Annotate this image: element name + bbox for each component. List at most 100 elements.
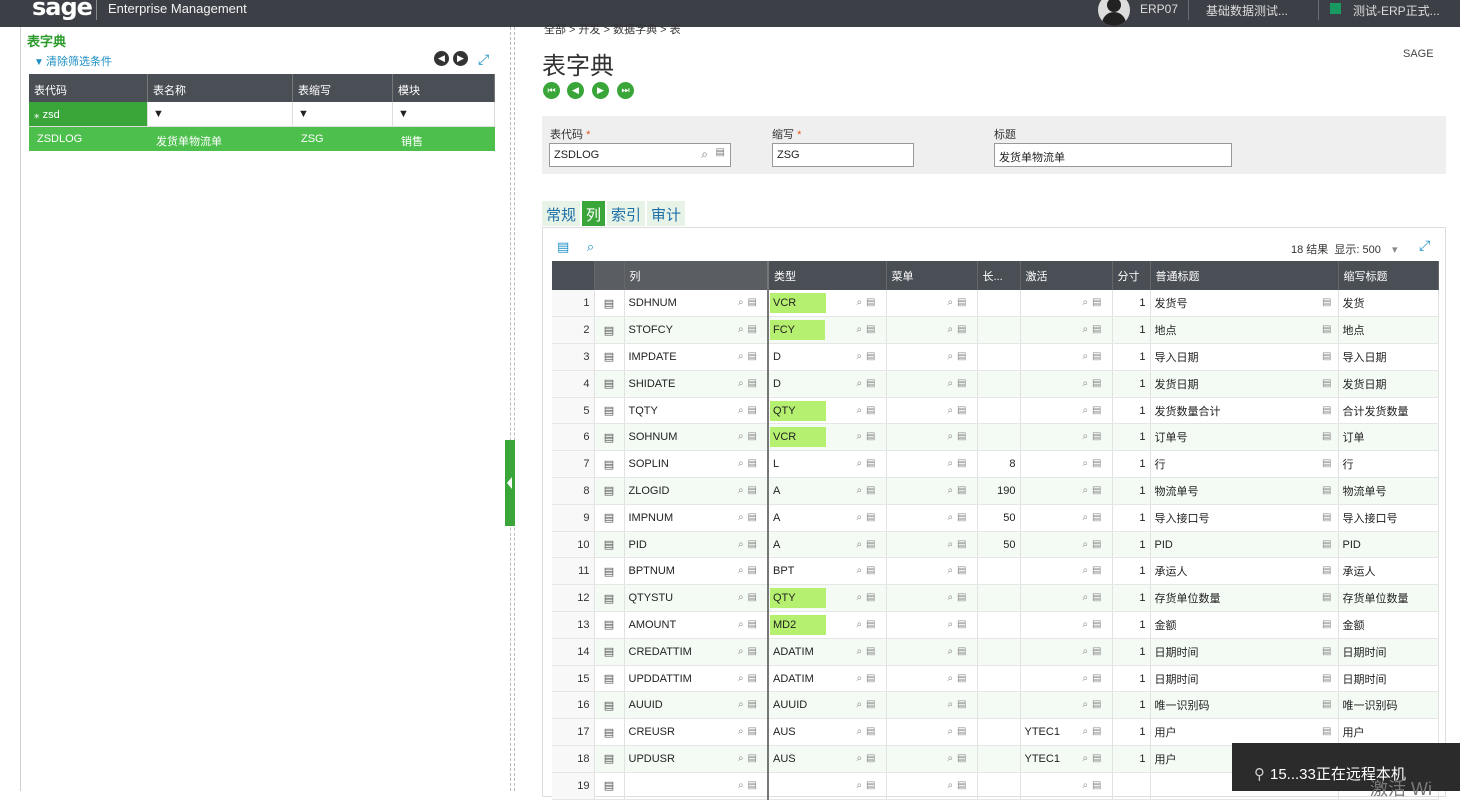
lookup-icons[interactable]: ⌕▤ — [1082, 726, 1105, 737]
detail-icon[interactable]: ▤ — [1322, 512, 1331, 523]
lookup-icons[interactable]: ⌕▤ — [947, 565, 970, 576]
cell-active[interactable]: ⌕▤ — [1020, 772, 1113, 800]
lookup-icons[interactable]: ⌕▤ — [947, 458, 970, 469]
cell-short-title[interactable]: 日期时间 — [1338, 665, 1439, 693]
cell-menu[interactable]: ⌕▤ — [886, 665, 978, 693]
cell-menu[interactable]: ⌕▤ — [886, 745, 978, 773]
cell-active[interactable]: ⌕▤ — [1020, 584, 1113, 613]
cell-dim[interactable]: 1 — [1112, 557, 1151, 586]
user-name[interactable]: ERP07 — [1140, 2, 1178, 16]
cell-dim[interactable]: 1 — [1112, 477, 1151, 505]
lookup-icons[interactable]: ⌕▤ — [738, 619, 761, 630]
cell-dim[interactable]: 1 — [1112, 290, 1151, 318]
lookup-icons[interactable]: ⌕▤ — [947, 405, 970, 416]
cell-menu[interactable]: ⌕▤ — [886, 316, 978, 345]
cell-type[interactable]: AUS ⌕▤ — [767, 745, 887, 773]
cell-type[interactable]: QTY ⌕▤ — [767, 397, 887, 425]
next-record-icon[interactable]: ▶ — [592, 82, 609, 99]
lookup-icons[interactable]: ⌕▤ — [1082, 619, 1105, 630]
row-detail-icon[interactable]: ▤ — [594, 423, 625, 452]
lookup-icons[interactable]: ⌕▤ — [738, 753, 761, 764]
cell-column[interactable]: CREUSR ⌕▤ — [624, 718, 769, 747]
cell-length[interactable] — [977, 397, 1021, 425]
cell-title[interactable]: 物流单号 ▤ — [1150, 477, 1339, 505]
lookup-icons[interactable]: ⌕▤ — [947, 646, 970, 657]
cell-column[interactable]: IMPNUM ⌕▤ — [624, 504, 769, 532]
cell-dim[interactable]: 1 — [1112, 370, 1151, 398]
cell-column[interactable]: IMPDATE ⌕▤ — [624, 343, 769, 371]
cell-dim[interactable]: 1 — [1112, 423, 1151, 452]
row-detail-icon[interactable]: ▤ — [594, 691, 625, 720]
detail-icon[interactable]: ▤ — [1322, 592, 1331, 603]
lookup-icons[interactable]: ⌕▤ — [1082, 699, 1105, 710]
lookup-icons[interactable]: ⌕▤ — [738, 646, 761, 657]
row-detail-icon[interactable]: ▤ — [594, 557, 625, 586]
cell-type[interactable]: D ⌕▤ — [767, 370, 887, 398]
cell-column[interactable]: ZLOGID ⌕▤ — [624, 477, 769, 505]
cell-type[interactable]: AUS ⌕▤ — [767, 718, 887, 747]
cell-title[interactable]: 存货单位数量 ▤ — [1150, 584, 1339, 613]
cell-active[interactable]: YTEC1 ⌕▤ — [1020, 718, 1113, 747]
lookup-icons[interactable]: ⌕▤ — [856, 512, 879, 523]
cell-menu[interactable]: ⌕▤ — [886, 611, 978, 639]
cell-menu[interactable]: ⌕▤ — [886, 290, 978, 318]
grid-view-icon[interactable]: ▤ — [557, 239, 569, 254]
lookup-icons[interactable]: ⌕▤ — [856, 485, 879, 496]
filter-code-input[interactable]: ⁎ zsd — [29, 102, 148, 126]
cell-active[interactable]: ⌕▤ — [1020, 316, 1113, 345]
column-header-abbr[interactable]: 表缩写 — [293, 74, 393, 102]
cell-type[interactable]: AUUID ⌕▤ — [767, 691, 887, 720]
next-page-icon[interactable]: ▶ — [453, 51, 468, 66]
cell-menu[interactable]: ⌕▤ — [886, 772, 978, 800]
row-detail-icon[interactable]: ▤ — [594, 665, 625, 693]
folder-selector[interactable]: 基础数据测试... — [1206, 2, 1288, 19]
cell-short-title[interactable]: 唯一识别码 — [1338, 691, 1439, 720]
last-record-icon[interactable]: ⏭ — [617, 82, 634, 99]
title-field[interactable]: 发货单物流单 — [994, 143, 1232, 167]
lookup-icons[interactable]: ⌕▤ — [856, 539, 879, 550]
detail-icon[interactable]: ▤ — [1322, 351, 1331, 362]
cell-active[interactable]: ⌕▤ — [1020, 557, 1113, 586]
cell-menu[interactable]: ⌕▤ — [886, 584, 978, 613]
cell-short-title[interactable]: 存货单位数量 — [1338, 584, 1439, 613]
cell-short-title[interactable]: 日期时间 — [1338, 638, 1439, 666]
lookup-icons[interactable]: ⌕▤ — [856, 726, 879, 737]
table-row[interactable]: 13 ▤ AMOUNT ⌕▤ MD2 ⌕▤ ⌕▤ ⌕▤ 1 金额 ▤ 金额 — [552, 611, 1439, 639]
cell-length[interactable] — [977, 423, 1021, 452]
lookup-icons[interactable]: ⌕▤ — [1082, 297, 1105, 308]
clear-filter-link[interactable]: ▼ 清除筛选条件 — [34, 53, 112, 69]
cell-length[interactable] — [977, 611, 1021, 639]
column-header-code[interactable]: 表代码 — [29, 74, 148, 102]
cell-dim[interactable]: 1 — [1112, 343, 1151, 371]
filter-name-cell[interactable]: ▼ — [148, 102, 293, 126]
lookup-icons[interactable]: ⌕▤ — [738, 673, 761, 684]
cell-short-title[interactable]: 物流单号 — [1338, 477, 1439, 505]
cell-length[interactable] — [977, 343, 1021, 371]
row-detail-icon[interactable]: ▤ — [594, 450, 625, 479]
cell-type[interactable]: VCR ⌕▤ — [767, 290, 887, 318]
cell-menu[interactable]: ⌕▤ — [886, 477, 978, 505]
cell-short-title[interactable]: 地点 — [1338, 316, 1439, 345]
lookup-icons[interactable]: ⌕▤ — [738, 405, 761, 416]
cell-active[interactable]: ⌕▤ — [1020, 611, 1113, 639]
cell-length[interactable] — [977, 638, 1021, 666]
cell-short-title[interactable]: 发货 — [1338, 290, 1439, 318]
cell-short-title[interactable]: 金额 — [1338, 611, 1439, 639]
lookup-icons[interactable]: ⌕▤ — [947, 539, 970, 550]
table-row[interactable]: 15 ▤ UPDDATTIM ⌕▤ ADATIM ⌕▤ ⌕▤ ⌕▤ 1 日期时间 ▤ 日期时间 — [552, 665, 1439, 693]
cell-length[interactable] — [977, 665, 1021, 693]
cell-dim[interactable]: 1 — [1112, 584, 1151, 613]
cell-type[interactable]: ADATIM ⌕▤ — [767, 638, 887, 666]
detail-icon[interactable]: ▤ — [1322, 431, 1331, 442]
lookup-icons[interactable]: ⌕▤ — [856, 297, 879, 308]
lookup-icons[interactable]: ⌕▤ — [947, 753, 970, 764]
cell-active[interactable]: ⌕▤ — [1020, 665, 1113, 693]
lookup-icons[interactable]: ⌕▤ — [1082, 512, 1105, 523]
left-list-row[interactable]: ZSDLOG 发货单物流单 ZSG 销售 — [29, 127, 495, 151]
cell-menu[interactable]: ⌕▤ — [886, 531, 978, 559]
column-header-active[interactable]: 激活 — [1020, 261, 1113, 290]
lookup-icons[interactable]: ⌕▤ — [856, 378, 879, 389]
lookup-icons[interactable]: ⌕▤ — [856, 565, 879, 576]
cell-length[interactable] — [977, 290, 1021, 318]
cell-title[interactable]: 唯一识别码 ▤ — [1150, 691, 1339, 720]
